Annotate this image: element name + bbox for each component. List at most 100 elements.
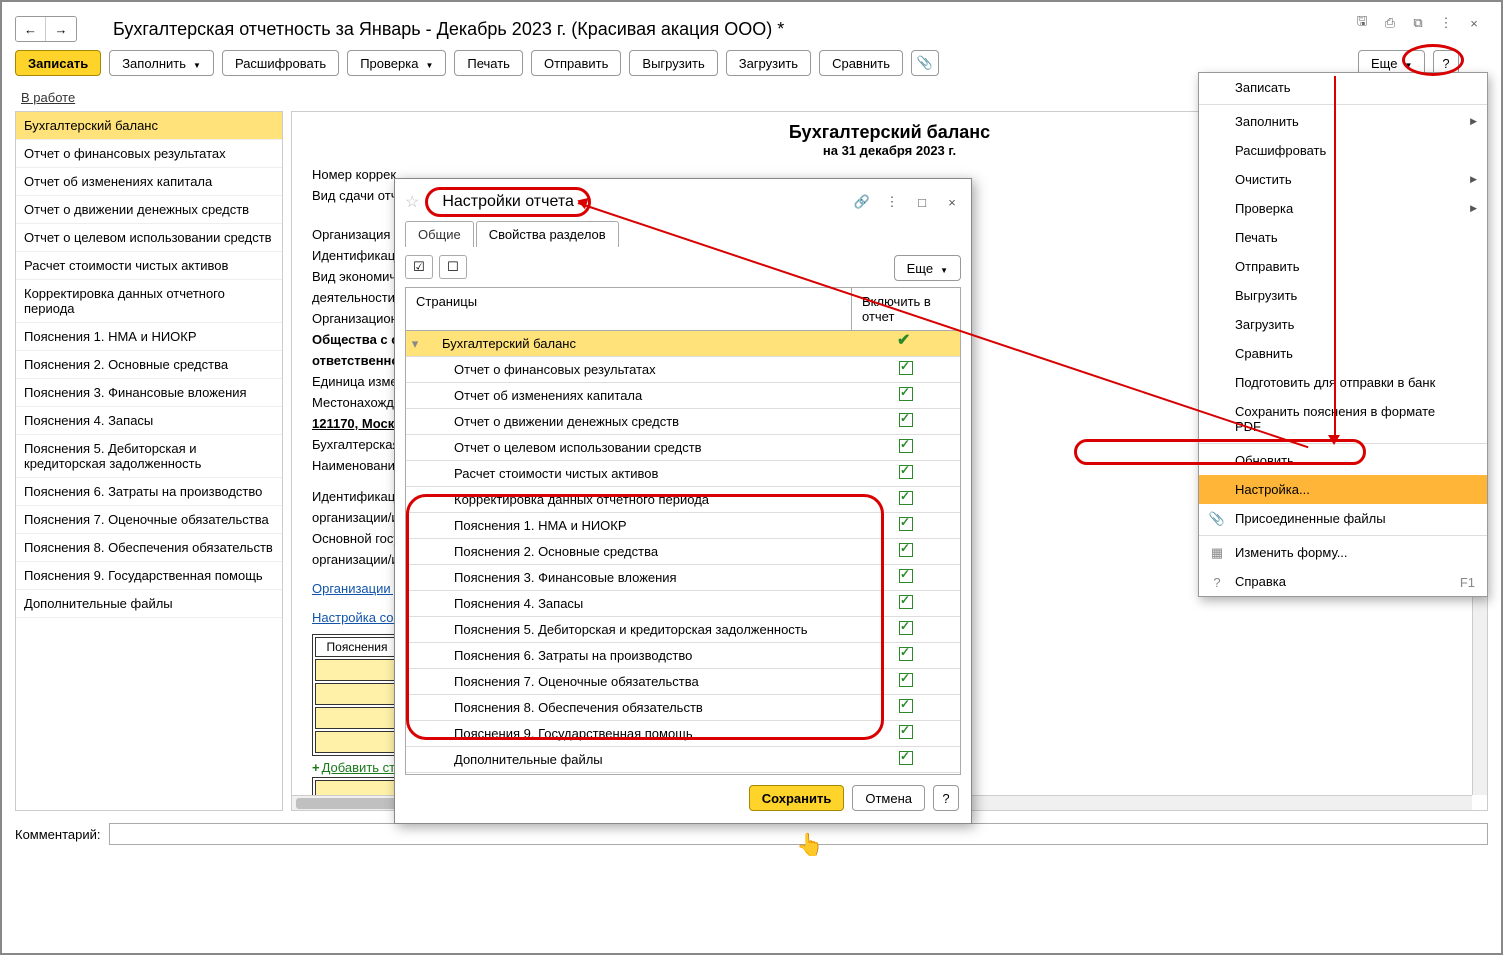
send-button[interactable]: Отправить bbox=[531, 50, 621, 76]
uncheck-all-button[interactable]: ☐ bbox=[439, 255, 467, 279]
menu-write[interactable]: Записать bbox=[1199, 73, 1487, 102]
link-icon[interactable]: 🔗 bbox=[853, 193, 871, 211]
sidebar-item[interactable]: Пояснения 6. Затраты на производство bbox=[16, 478, 282, 506]
dialog-more-button[interactable]: Еще bbox=[894, 255, 961, 281]
table-row[interactable]: Расчет стоимости чистых активов bbox=[406, 461, 960, 487]
sidebar-item[interactable]: Пояснения 4. Запасы bbox=[16, 407, 282, 435]
menu-prepare[interactable]: Подготовить для отправки в банк bbox=[1199, 368, 1487, 397]
include-checkbox[interactable] bbox=[852, 465, 960, 482]
mini-table-cell[interactable] bbox=[315, 659, 399, 681]
sidebar-item[interactable]: Дополнительные файлы bbox=[16, 590, 282, 618]
sidebar-item[interactable]: Отчет о целевом использовании средств bbox=[16, 224, 282, 252]
include-checkbox[interactable] bbox=[852, 595, 960, 612]
include-checkbox[interactable] bbox=[852, 647, 960, 664]
include-checkbox[interactable] bbox=[852, 699, 960, 716]
favorite-star-icon[interactable]: ☆ bbox=[405, 192, 419, 212]
table-row[interactable]: Пояснения 9. Государственная помощь bbox=[406, 721, 960, 747]
include-checkbox[interactable] bbox=[852, 387, 960, 404]
include-checkbox[interactable] bbox=[852, 361, 960, 378]
table-row[interactable]: Пояснения 2. Основные средства bbox=[406, 539, 960, 565]
download-button[interactable]: Загрузить bbox=[726, 50, 811, 76]
menu-clear[interactable]: Очистить bbox=[1199, 165, 1487, 194]
cancel-button[interactable]: Отмена bbox=[852, 785, 925, 811]
mini-table-cell[interactable] bbox=[315, 683, 399, 705]
sidebar-item[interactable]: Пояснения 1. НМА и НИОКР bbox=[16, 323, 282, 351]
table-row[interactable]: Пояснения 8. Обеспечения обязательств bbox=[406, 695, 960, 721]
sidebar-item[interactable]: Пояснения 2. Основные средства bbox=[16, 351, 282, 379]
decode-button[interactable]: Расшифровать bbox=[222, 50, 339, 76]
save-button[interactable]: Сохранить bbox=[749, 785, 845, 811]
menu-savepdf[interactable]: Сохранить пояснения в формате PDF bbox=[1199, 397, 1487, 441]
table-row[interactable]: ▾Бухгалтерский баланс bbox=[406, 331, 960, 357]
check-all-button[interactable]: ☑ bbox=[405, 255, 433, 279]
menu-fill[interactable]: Заполнить bbox=[1199, 107, 1487, 136]
table-row[interactable]: Пояснения 5. Дебиторская и кредиторская … bbox=[406, 617, 960, 643]
table-row[interactable]: Отчет о финансовых результатах bbox=[406, 357, 960, 383]
menu-decode[interactable]: Расшифровать bbox=[1199, 136, 1487, 165]
sidebar-item[interactable]: Пояснения 5. Дебиторская и кредиторская … bbox=[16, 435, 282, 478]
status-link[interactable]: В работе bbox=[21, 90, 75, 105]
include-checkbox[interactable] bbox=[852, 569, 960, 586]
sidebar-item[interactable]: Пояснения 7. Оценочные обязательства bbox=[16, 506, 282, 534]
include-checkbox[interactable] bbox=[852, 725, 960, 742]
back-button[interactable]: ← bbox=[16, 17, 46, 41]
include-checkbox[interactable] bbox=[852, 673, 960, 690]
sidebar-item[interactable]: Бухгалтерский баланс bbox=[16, 112, 282, 140]
menu-print[interactable]: Печать bbox=[1199, 223, 1487, 252]
sidebar-item[interactable]: Отчет о движении денежных средств bbox=[16, 196, 282, 224]
check-button[interactable]: Проверка bbox=[347, 50, 446, 76]
menu-download[interactable]: Загрузить bbox=[1199, 310, 1487, 339]
table-row[interactable]: Корректировка данных отчетного периода bbox=[406, 487, 960, 513]
menu-send[interactable]: Отправить bbox=[1199, 252, 1487, 281]
sidebar-item[interactable]: Отчет о финансовых результатах bbox=[16, 140, 282, 168]
table-row[interactable]: Отчет о движении денежных средств bbox=[406, 409, 960, 435]
dialog-help-button[interactable]: ? bbox=[933, 785, 959, 811]
attach-icon-button[interactable]: 📎 bbox=[911, 50, 939, 76]
menu-settings[interactable]: Настройка... bbox=[1199, 475, 1487, 504]
include-checkbox[interactable] bbox=[852, 413, 960, 430]
include-checkbox[interactable] bbox=[852, 439, 960, 456]
sidebar-item[interactable]: Расчет стоимости чистых активов bbox=[16, 252, 282, 280]
include-checkbox[interactable] bbox=[852, 517, 960, 534]
menu-upload[interactable]: Выгрузить bbox=[1199, 281, 1487, 310]
upload-button[interactable]: Выгрузить bbox=[629, 50, 717, 76]
table-row[interactable]: Отчет о целевом использовании средств bbox=[406, 435, 960, 461]
table-row[interactable]: Пояснения 6. Затраты на производство bbox=[406, 643, 960, 669]
sidebar-item[interactable]: Пояснения 3. Финансовые вложения bbox=[16, 379, 282, 407]
sidebar-item[interactable]: Пояснения 9. Государственная помощь bbox=[16, 562, 282, 590]
include-checkbox[interactable] bbox=[852, 543, 960, 560]
include-checkbox[interactable] bbox=[852, 491, 960, 508]
table-row[interactable]: Отчет об изменениях капитала bbox=[406, 383, 960, 409]
sidebar-item[interactable]: Корректировка данных отчетного периода bbox=[16, 280, 282, 323]
menu-compare[interactable]: Сравнить bbox=[1199, 339, 1487, 368]
popup-icon[interactable]: ⧉ bbox=[1409, 14, 1427, 32]
table-row[interactable]: Пояснения 3. Финансовые вложения bbox=[406, 565, 960, 591]
menu-changeform[interactable]: ▦Изменить форму... bbox=[1199, 538, 1487, 567]
add-row-link[interactable]: Добавить ст bbox=[322, 760, 396, 775]
mini-table-cell[interactable] bbox=[315, 707, 399, 729]
menu-check[interactable]: Проверка bbox=[1199, 194, 1487, 223]
tab-general[interactable]: Общие bbox=[405, 221, 474, 247]
compare-button[interactable]: Сравнить bbox=[819, 50, 903, 76]
menu-help[interactable]: ?СправкаF1 bbox=[1199, 567, 1487, 596]
forward-button[interactable]: → bbox=[46, 17, 76, 41]
layout-link[interactable]: Настройка сос bbox=[312, 610, 400, 625]
print-icon[interactable]: ⎙ bbox=[1381, 14, 1399, 32]
kebab-icon[interactable]: ⋮ bbox=[883, 193, 901, 211]
print-button[interactable]: Печать bbox=[454, 50, 523, 76]
include-checkbox[interactable] bbox=[852, 751, 960, 768]
maximize-icon[interactable]: □ bbox=[913, 193, 931, 211]
table-row[interactable]: Пояснения 4. Запасы bbox=[406, 591, 960, 617]
save-icon[interactable]: 🖫 bbox=[1353, 14, 1371, 32]
menu-refresh[interactable]: Обновить bbox=[1199, 446, 1487, 475]
tab-section-props[interactable]: Свойства разделов bbox=[476, 221, 619, 247]
menu-attach[interactable]: 📎Присоединенные файлы bbox=[1199, 504, 1487, 533]
table-row[interactable]: Пояснения 7. Оценочные обязательства bbox=[406, 669, 960, 695]
close-icon[interactable]: × bbox=[1465, 14, 1483, 32]
write-button[interactable]: Записать bbox=[15, 50, 101, 76]
kebab-icon[interactable]: ⋮ bbox=[1437, 14, 1455, 32]
close-icon[interactable]: × bbox=[943, 193, 961, 211]
sidebar-item[interactable]: Пояснения 8. Обеспечения обязательств bbox=[16, 534, 282, 562]
include-checkbox[interactable] bbox=[852, 621, 960, 638]
table-row[interactable]: Дополнительные файлы bbox=[406, 747, 960, 773]
